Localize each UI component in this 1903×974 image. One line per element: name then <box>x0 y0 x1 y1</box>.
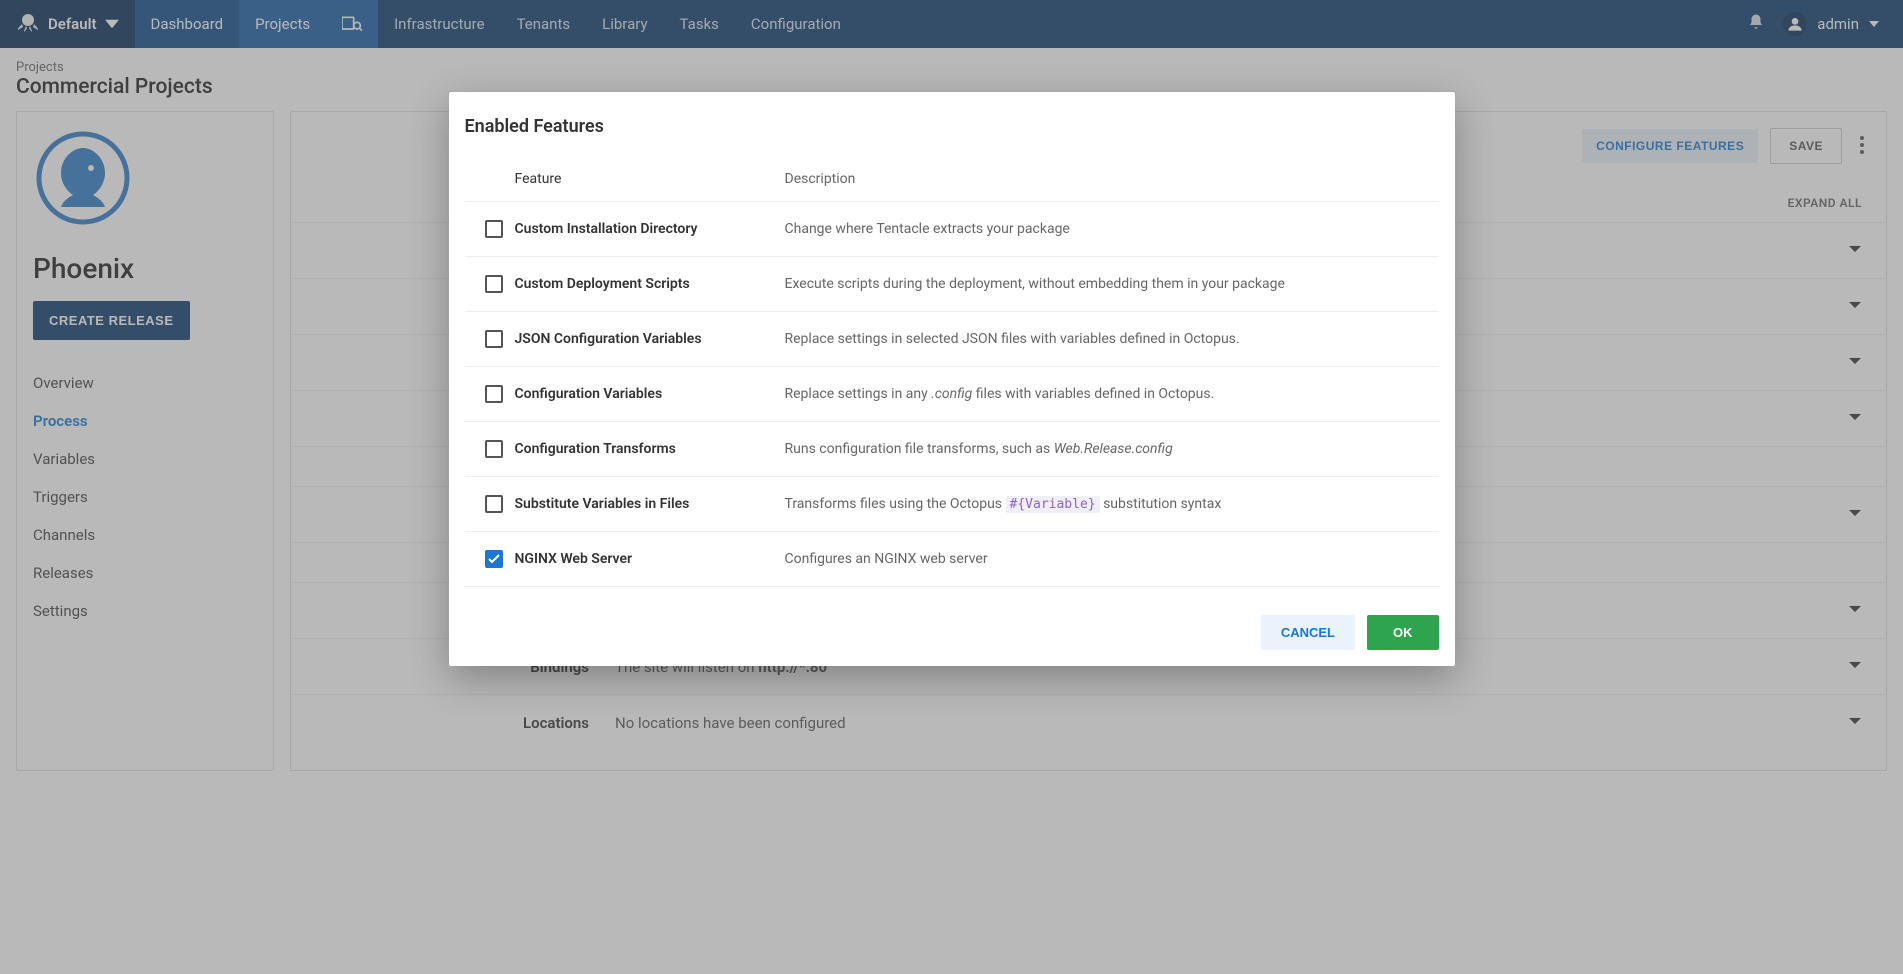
feature-checkbox[interactable] <box>485 220 503 238</box>
features-table: Feature Description Custom Installation … <box>465 157 1439 587</box>
feature-row: NGINX Web Server Configures an NGINX web … <box>465 532 1439 587</box>
feature-description: Runs configuration file transforms, such… <box>785 441 1419 457</box>
feature-description: Replace settings in any .config files wi… <box>785 386 1419 402</box>
feature-row: Substitute Variables in Files Transforms … <box>465 477 1439 532</box>
feature-row: Configuration Transforms Runs configurati… <box>465 422 1439 477</box>
modal-overlay[interactable]: Enabled Features Feature Description Cus… <box>0 0 1903 974</box>
feature-checkbox[interactable] <box>485 440 503 458</box>
feature-description: Change where Tentacle extracts your pack… <box>785 221 1419 237</box>
feature-description: Replace settings in selected JSON files … <box>785 331 1419 347</box>
feature-row: Configuration Variables Replace settings … <box>465 367 1439 422</box>
feature-checkbox[interactable] <box>485 495 503 513</box>
feature-name: JSON Configuration Variables <box>515 331 702 347</box>
feature-row: Custom Deployment Scripts Execute scripts… <box>465 257 1439 312</box>
feature-description: Transforms files using the Octopus #{Var… <box>785 496 1419 512</box>
ok-button[interactable]: OK <box>1367 615 1439 650</box>
feature-checkbox[interactable] <box>485 275 503 293</box>
feature-checkbox[interactable] <box>485 385 503 403</box>
feature-checkbox[interactable] <box>485 550 503 568</box>
description-col-header: Description <box>785 171 1419 187</box>
feature-name: Custom Deployment Scripts <box>515 276 690 292</box>
dialog-title: Enabled Features <box>449 92 1455 157</box>
feature-name: Custom Installation Directory <box>515 221 698 237</box>
feature-name: Configuration Variables <box>515 386 663 402</box>
feature-row: Custom Installation Directory Change wher… <box>465 202 1439 257</box>
feature-name: NGINX Web Server <box>515 551 633 567</box>
feature-row: JSON Configuration Variables Replace sett… <box>465 312 1439 367</box>
feature-description: Execute scripts during the deployment, w… <box>785 276 1419 292</box>
cancel-button[interactable]: CANCEL <box>1261 615 1355 650</box>
feature-name: Configuration Transforms <box>515 441 676 457</box>
table-header: Feature Description <box>465 157 1439 202</box>
feature-col-header: Feature <box>485 171 785 187</box>
feature-checkbox[interactable] <box>485 330 503 348</box>
feature-description: Configures an NGINX web server <box>785 551 1419 567</box>
feature-name: Substitute Variables in Files <box>515 496 690 512</box>
enabled-features-dialog: Enabled Features Feature Description Cus… <box>449 92 1455 666</box>
